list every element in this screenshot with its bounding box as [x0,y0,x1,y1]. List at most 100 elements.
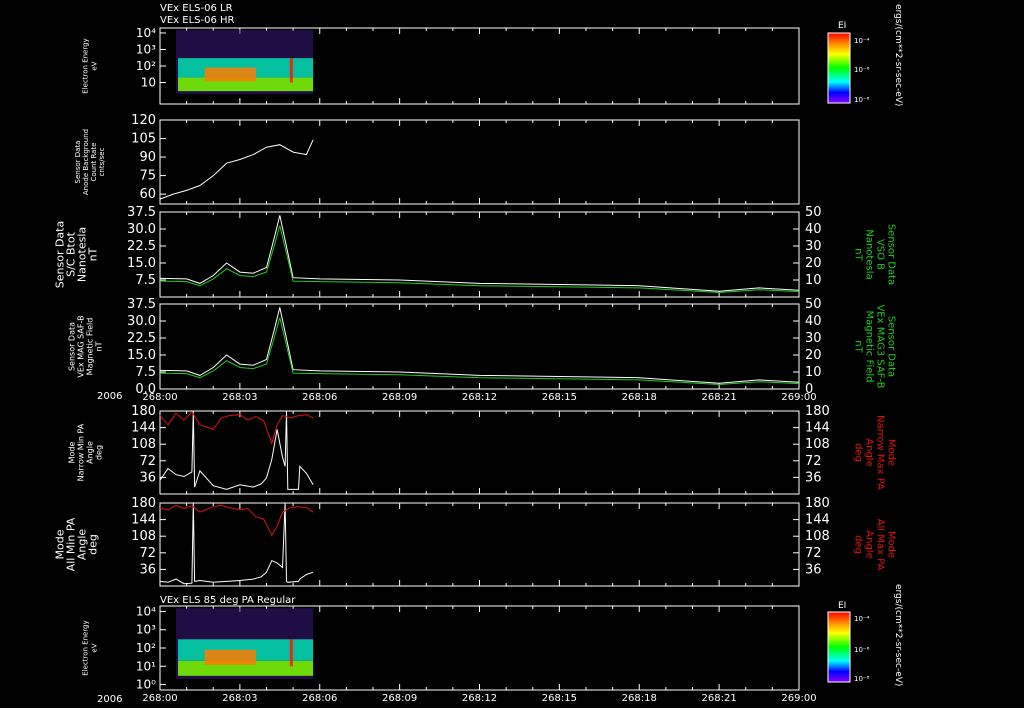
panel-5-ylabel-line-1: Mode [68,442,77,464]
panel-7-ytick-label-1: 10⁴ [136,604,156,618]
panel-7-ylabel-line-1: Electron Energy [82,620,90,675]
panel-3-ytick-label-5: 37.5 [127,205,156,220]
plot-canvas: VEx ELS-06 LR VEx ELS-06 HR VEx ELS 85 d… [54,3,904,705]
panel-4-ylabel-line-3: Magnetic Field [86,318,95,376]
panel-4-ylabel-line-4: nT [95,341,104,351]
panel-5-series-1-line [159,410,314,490]
panel-2-ylabel-line-4: cnts/sec [98,147,106,176]
panel-6-ylabel-line-4: deg [87,534,100,555]
panel-4-xtick-label-7: 268:18 [622,392,657,403]
colorbar-top-tick-3: 10⁻⁸ [854,96,870,104]
panel-4-ytick-right-label-2: 10 [805,365,822,380]
colorbar-bottom-label: EI [838,601,846,611]
panel-2-ytick-label-5: 120 [131,113,156,128]
panel-5-ytick-right-label-4: 144 [805,421,830,436]
colorbar-bottom-tick-3: 10⁻⁸ [854,675,870,683]
panel-3-series-1-line [159,215,800,292]
panel-6-ytick-label-4: 144 [131,513,156,528]
colorbar-top-label: EI [838,21,846,31]
panel-5-ytick-label-5: 180 [131,404,156,419]
title-line-2: VEx ELS-06 HR [160,15,235,26]
colorbar-bottom-scale [827,611,851,683]
panel-6-ylabel-right-line-2: All Max PA [875,519,886,571]
panel-4-xtick-label-4: 268:09 [382,392,417,403]
panel-1-spectrogram: 10⁴ 10³ 10² 10 [136,26,314,95]
panel-4-ylabel-right-line-2: VEx MAG3 SAF-B [875,304,886,388]
panel-6-ylabel-right-line-3: Angle [864,530,875,558]
panel-2-ylabel-line-1: Sensor Data [74,141,82,184]
panel-1-ylabel-line-2: eV [91,61,99,70]
panel-2-ytick-label-3: 90 [139,150,156,165]
panel-3-ytick-right-label-5: 50 [805,205,822,220]
panel-4-ylabel-line-2: VEx MAG SAF-B [77,315,86,377]
panel-3-ytick-label-4: 30.0 [127,222,156,237]
panel-4-ylabel-right-line-4: nT [853,340,864,353]
panel-5-ylabel-line-3: Angle [86,441,95,464]
panel-4-ytick-right-label-3: 20 [805,348,822,363]
panel-2-ytick-label-1: 60 [139,187,156,202]
panel-5-ylabel-line-4: deg [95,445,104,460]
panel-2-ylabel-line-2: Anode Background [82,129,90,195]
panel-3-ylabel-right-line-1: Sensor Data [886,224,897,285]
panel-3-frame [159,211,800,298]
panel-3-ytick-right-label-3: 30 [805,239,822,254]
panel-5-ylabel-right-line-4: deg [853,443,864,462]
panel-5-ytick-label-1: 36 [139,470,156,485]
panel-1-ytick-label-4: 10 [141,76,156,90]
panel-1-ytick-label-2: 10³ [136,42,156,56]
panel-2-series-1-line [159,139,314,200]
panel-6-ylabel-right-line-4: deg [853,535,864,554]
panel-2-ytick-label-4: 105 [131,132,156,147]
panel-7-band-4 [289,639,293,667]
panel-5-ytick-label-4: 144 [131,421,156,436]
panel-4-ytick-label-5: 30.0 [127,314,156,329]
colorbar-bottom-tick-1: 10⁻⁴ [854,615,870,623]
panel-7-xtick-label-8: 268:21 [702,693,737,704]
panel-6-ytick-label-3: 108 [131,529,156,544]
panel-4-ylabel-right-line-3: Magnetic Field [864,310,875,382]
panel-4-xtick-label-3: 268:06 [302,392,337,403]
panel-2-ytick-label-2: 75 [139,169,156,184]
colorbar-top-tick-1: 10⁻⁴ [854,37,870,45]
panel-4-xtick-label-2: 268:03 [222,392,257,403]
panel-7-xtick-label-5: 268:12 [462,693,497,704]
panel-5-ylabel-line-2: Narrow Min PA [77,423,86,481]
panel-3-ytick-label-1: 7.5 [135,273,156,288]
panel-5-ytick-label-3: 108 [131,437,156,452]
panel-3-ytick-right-label-1: 10 [805,273,822,288]
panel-3-ylabel-right-line-2: VSO B [875,239,886,270]
panel-5-ytick-label-2: 72 [139,454,156,469]
panel-5-ylabel-right-line-3: Angle [864,438,875,466]
panel-7-xtick-label-9: 269:00 [781,693,816,704]
panel-1-ytick-label-3: 10² [136,59,156,73]
panel-4-xtick-label-1: 268:00 [142,392,177,403]
panel-7-xtick-label-2: 268:03 [222,693,257,704]
panel-4-series-2-line [159,317,800,386]
panel-4-ytick-label-3: 15.0 [127,348,156,363]
panel-1-band-3 [204,67,256,82]
panel-1-ylabel-line-1: Electron Energy [82,38,90,93]
panel-4-xtick-label-8: 268:21 [702,392,737,403]
panel-7-ytick-label-2: 10³ [136,623,156,637]
panel-4-ytick-label-2: 7.5 [135,365,156,380]
panel-6-ytick-label-2: 72 [139,546,156,561]
panel-3-ytick-label-2: 15.0 [127,256,156,271]
panel-5-ytick-right-label-3: 108 [805,437,830,452]
panel-7-xtick-label-7: 268:18 [622,693,657,704]
colorbar-top-scale [827,32,851,104]
panel-3-ylabel-line-4: nT [87,247,100,261]
panel-4-frame [159,303,800,390]
panel-6-ytick-right-label-3: 108 [805,529,830,544]
colorbar-bottom: EI 10⁻⁴ 10⁻⁶ 10⁻⁸ ergs/(cm**2-sr-sec-eV) [827,584,903,686]
panel-6-ytick-right-label-5: 180 [805,496,830,511]
panel-3-ylabel-right-line-4: nT [853,248,864,261]
panel-3-ytick-right-label-2: 20 [805,256,822,271]
panel-1-band-4 [289,58,293,83]
panel-4-ylabel-right-line-1: Sensor Data [886,316,897,377]
panel-3-series-2-line [159,225,800,294]
panel-7-ytick-label-3: 10² [136,641,156,655]
panel-4-ytick-label-6: 37.5 [127,297,156,312]
year-label-bottom: 2006 [97,694,122,705]
panel-3-ylabel-right-line-3: Nanotesla [864,229,875,279]
panel-2-ylabel-line-3: Count Rate [90,142,98,181]
